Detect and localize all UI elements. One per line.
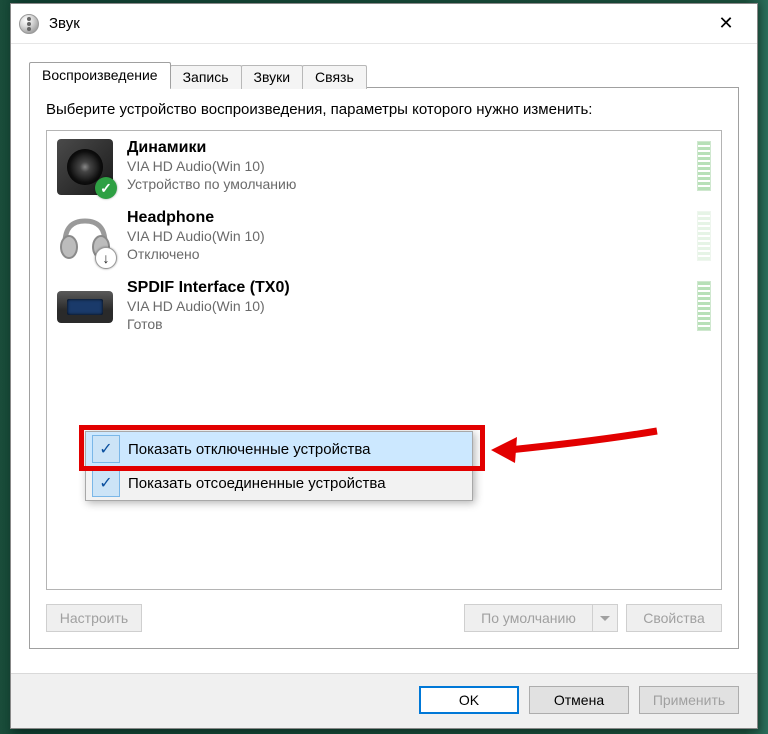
check-icon: ✓ <box>92 469 120 497</box>
tab-pane-playback: Выберите устройство воспроизведения, пар… <box>29 87 739 649</box>
device-driver: VIA HD Audio(Win 10) <box>127 227 683 245</box>
device-status: Готов <box>127 315 683 333</box>
headphone-icon: ↓ <box>57 209 113 265</box>
apply-button[interactable]: Применить <box>639 686 739 714</box>
device-row-headphone[interactable]: ↓ Headphone VIA HD Audio(Win 10) Отключе… <box>47 201 721 271</box>
sound-icon <box>19 14 39 34</box>
device-driver: VIA HD Audio(Win 10) <box>127 297 683 315</box>
context-item-show-disabled[interactable]: ✓ Показать отключенные устройства <box>86 432 472 466</box>
device-status: Устройство по умолчанию <box>127 175 683 193</box>
default-check-icon: ✓ <box>95 177 117 199</box>
button-row: Настроить По умолчанию Свойства <box>46 604 722 632</box>
window-title: Звук <box>49 15 80 32</box>
set-default-split-button: По умолчанию <box>464 604 618 632</box>
context-item-label: Показать отсоединенные устройства <box>128 475 386 492</box>
properties-button[interactable]: Свойства <box>626 604 722 632</box>
device-name: Динамики <box>127 139 683 157</box>
device-list[interactable]: ✓ Динамики VIA HD Audio(Win 10) Устройст… <box>46 130 722 590</box>
tab-bar: Воспроизведение Запись Звуки Связь <box>29 58 739 88</box>
tab-sounds[interactable]: Звуки <box>241 65 304 89</box>
cancel-button[interactable]: Отмена <box>529 686 629 714</box>
device-driver: VIA HD Audio(Win 10) <box>127 157 683 175</box>
device-row-speakers[interactable]: ✓ Динамики VIA HD Audio(Win 10) Устройст… <box>47 131 721 201</box>
tab-playback[interactable]: Воспроизведение <box>29 62 171 88</box>
dialog-footer: OK Отмена Применить <box>11 673 757 728</box>
level-meter <box>697 211 711 261</box>
ok-button[interactable]: OK <box>419 686 519 714</box>
title-bar: Звук ✕ <box>11 4 757 44</box>
level-meter <box>697 141 711 191</box>
configure-button[interactable]: Настроить <box>46 604 142 632</box>
context-menu: ✓ Показать отключенные устройства ✓ Пока… <box>85 431 473 501</box>
sound-dialog: Звук ✕ Воспроизведение Запись Звуки Связ… <box>10 3 758 729</box>
set-default-button[interactable]: По умолчанию <box>464 604 592 632</box>
tab-recording[interactable]: Запись <box>170 65 242 89</box>
set-default-dropdown[interactable] <box>592 604 618 632</box>
tab-communications[interactable]: Связь <box>302 65 367 89</box>
level-meter <box>697 281 711 331</box>
context-item-label: Показать отключенные устройства <box>128 441 371 458</box>
device-name: Headphone <box>127 209 683 227</box>
device-name: SPDIF Interface (TX0) <box>127 279 683 297</box>
instruction-text: Выберите устройство воспроизведения, пар… <box>46 100 722 120</box>
device-status: Отключено <box>127 245 683 263</box>
close-button[interactable]: ✕ <box>703 8 749 40</box>
check-icon: ✓ <box>92 435 120 463</box>
speaker-icon: ✓ <box>57 139 113 195</box>
annotation-arrow-icon <box>487 423 667 473</box>
device-row-spdif[interactable]: SPDIF Interface (TX0) VIA HD Audio(Win 1… <box>47 271 721 339</box>
disabled-arrow-icon: ↓ <box>95 247 117 269</box>
spdif-icon <box>57 291 113 323</box>
context-item-show-disconnected[interactable]: ✓ Показать отсоединенные устройства <box>86 466 472 500</box>
